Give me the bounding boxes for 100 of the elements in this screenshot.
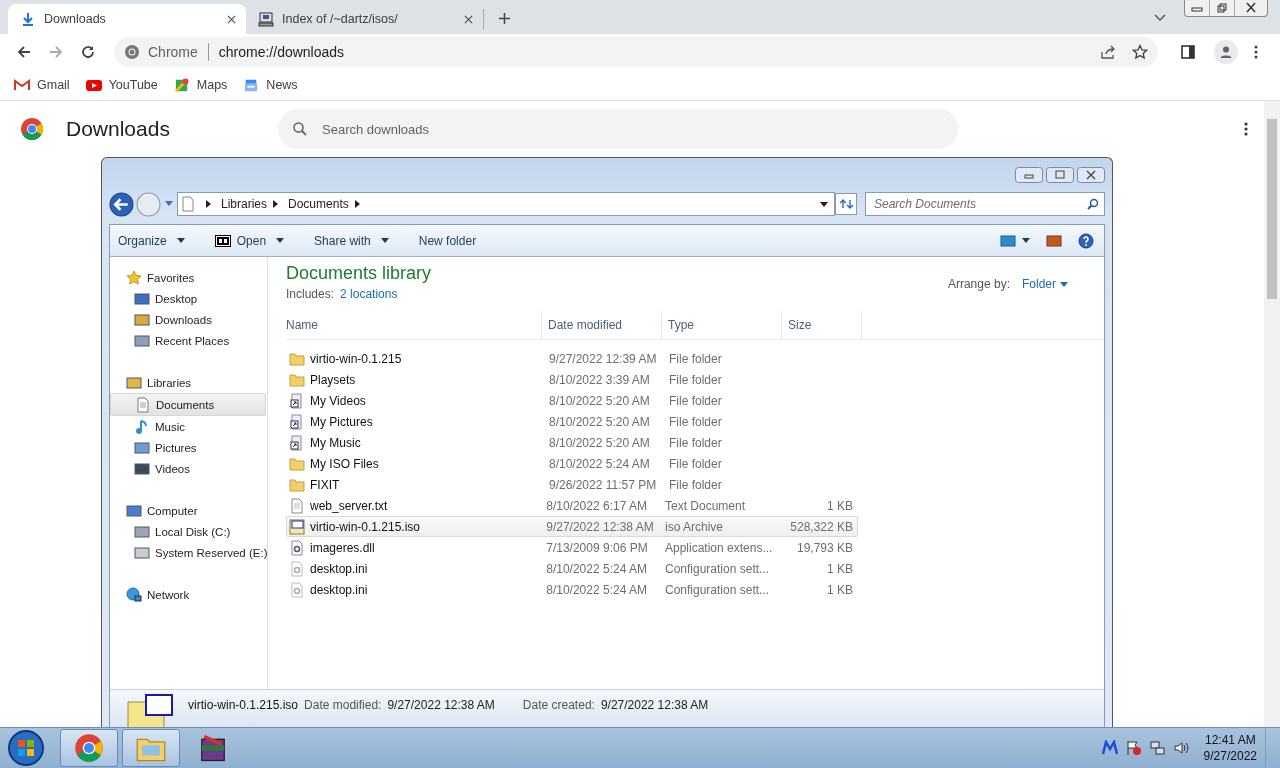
nav-item[interactable]: Computer [110,500,267,521]
minimize-button[interactable] [1015,167,1043,183]
toolbar-button[interactable]: Organize [118,233,185,248]
nav-item[interactable]: Pictures [110,437,267,458]
arrow-icon[interactable] [206,200,211,208]
detail-label: Date modified: [304,698,382,712]
speaker-icon[interactable] [1173,740,1190,756]
bookmark-item[interactable]: YouTube [85,78,158,92]
address-field[interactable]: Libraries Documents [177,192,835,216]
site-label: Chrome [148,44,198,60]
close-icon[interactable] [227,14,236,24]
scrollbar[interactable] [1264,101,1280,727]
nav-item[interactable]: Libraries [110,372,267,393]
nav-item[interactable]: Downloads [110,309,267,330]
close-icon[interactable] [464,14,473,24]
gear-file-icon [289,539,305,556]
clock-date[interactable]: 9/27/2022 [1203,748,1257,764]
file-name: virtio-win-0.1.215.iso [188,698,299,712]
file-row[interactable]: My ISO Files 8/10/2022 5:24 AM File folder [286,453,858,474]
address-bar[interactable]: Chrome chrome://downloads [114,37,1158,67]
column-header[interactable]: Type [662,311,782,339]
nav-item[interactable]: Local Disk (C:) [110,521,267,542]
profile-avatar[interactable] [1214,40,1238,64]
toolbar-button[interactable]: New folder [418,233,477,248]
preview-pane-icon[interactable] [1046,232,1062,249]
chevron-down-icon[interactable] [1154,14,1166,22]
nav-item[interactable]: Documents [110,393,266,416]
file-row[interactable]: Playsets 8/10/2022 3:39 AM File folder [286,369,858,390]
file-row[interactable]: My Pictures 8/10/2022 5:20 AM File folder [286,411,858,432]
nav-item[interactable]: Recent Places [110,330,267,351]
detail-label: Date created: [522,698,595,712]
file-row[interactable]: virtio-win-0.1.215 9/27/2022 12:39 AM File folder [286,348,858,369]
clock-time[interactable]: 12:41 AM [1204,732,1256,748]
books-icon[interactable] [198,733,228,763]
flag-icon[interactable] [1125,740,1142,756]
arrange-dropdown[interactable]: Folder [1022,277,1068,291]
file-row[interactable]: web_server.txt 8/10/2022 6:17 AM Text Document 1 KB [286,495,858,516]
file-row[interactable]: desktop.ini 8/10/2022 5:24 AM Configuration sett... 1 KB [286,558,858,579]
toolbar-button[interactable]: Share with [314,233,389,248]
file-row[interactable]: imageres.dll 7/13/2009 9:06 PM Application extens... 19,793 KB [286,537,858,558]
back-button[interactable] [109,191,134,217]
breadcrumb-item[interactable]: Documents [288,197,349,211]
nav-item[interactable]: Favorites [110,267,267,288]
side-panel-icon[interactable] [1180,44,1196,60]
back-icon[interactable] [16,44,32,60]
caret-icon[interactable] [820,201,828,207]
archive-file-icon [289,518,305,535]
m-logo-icon[interactable] [1101,740,1118,756]
gear-file-icon [289,560,305,577]
close-button[interactable] [1077,167,1105,183]
star-icon[interactable] [1132,44,1148,60]
reload-icon[interactable] [80,44,96,60]
column-header[interactable]: Name [286,311,542,339]
nav-item[interactable]: System Reserved (E:) [110,542,267,563]
globe-icon [126,586,142,603]
column-header[interactable]: Size [782,311,862,339]
detail-value: 9/27/2022 12:38 AM [387,698,495,712]
bookmark-item[interactable]: News [243,78,298,92]
includes-label: Includes: [286,287,335,301]
refresh-button[interactable] [835,192,857,216]
arrow-icon[interactable] [354,200,360,208]
bookmark-item[interactable]: Maps [173,78,228,92]
help-icon[interactable] [1078,232,1094,249]
nav-item[interactable]: Videos [110,458,267,479]
file-row[interactable]: FIXIT 9/26/2022 11:57 PM File folder [286,474,858,495]
news-icon [243,78,260,92]
shortcut-icon [289,413,305,430]
view-icon[interactable] [1000,232,1016,249]
document-icon [135,396,151,413]
file-row[interactable]: My Videos 8/10/2022 5:20 AM File folder [286,390,858,411]
caret-icon[interactable] [1022,238,1030,243]
search-field[interactable]: Search Documents [865,192,1105,216]
search-field[interactable]: Search downloads [278,109,958,149]
share-icon[interactable] [1100,44,1116,60]
network-icon[interactable] [1149,740,1166,756]
music-note-icon [134,418,150,435]
arrow-icon[interactable] [273,200,279,208]
nav-item[interactable]: Network [110,584,267,605]
file-row[interactable]: desktop.ini 8/10/2022 5:24 AM Configuration sett... 1 KB [286,579,858,600]
plus-icon[interactable] [498,12,511,25]
column-header[interactable]: Date modified [542,311,662,339]
locations-link[interactable]: 2 locations [340,287,398,301]
more-icon[interactable] [1244,121,1248,137]
computer-icon [258,11,274,27]
file-row[interactable]: My Music 8/10/2022 5:20 AM File folder [286,432,858,453]
file-row[interactable]: virtio-win-0.1.215.iso 9/27/2022 12:38 AM iso Archive 528,322 KB [286,516,858,537]
menu-icon[interactable] [1254,44,1258,60]
nav-item[interactable]: Music [110,416,267,437]
bookmark-item[interactable]: Gmail [14,78,70,92]
taskbar-app[interactable] [60,729,118,767]
chrome-logo-icon [20,117,44,141]
mail-icon [14,78,30,92]
start-button[interactable] [6,728,46,768]
breadcrumb-item[interactable]: Libraries [221,197,268,211]
browser-tab[interactable]: Index of /~dartz/isos/ [246,9,484,29]
download-icon [20,11,36,27]
browser-tab[interactable]: Downloads [8,4,246,34]
nav-item[interactable]: Desktop [110,288,267,309]
taskbar-app[interactable] [122,729,180,767]
toolbar-button[interactable]: Open [214,233,285,248]
